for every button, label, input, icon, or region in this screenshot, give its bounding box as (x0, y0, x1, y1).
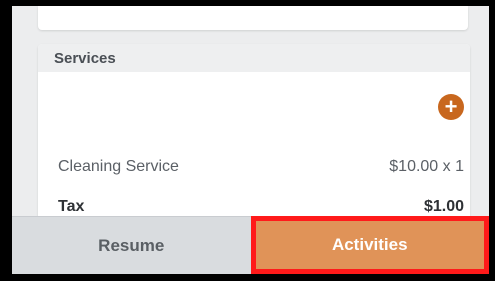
add-service-button[interactable]: + (438, 94, 464, 120)
resume-tab[interactable]: Resume (12, 216, 251, 274)
tax-label: Tax (58, 198, 85, 215)
bottom-tab-bar: Resume Activities (12, 216, 489, 274)
services-header: Services (38, 44, 470, 72)
tax-row: Tax $1.00 (58, 198, 464, 216)
activities-tab[interactable]: Activities (250, 216, 489, 274)
previous-card (38, 6, 468, 30)
services-title: Services (54, 49, 116, 67)
tax-value: $1.00 (423, 198, 464, 215)
app-screen: Services + Cleaning Service $10.00 x 1 T… (12, 6, 489, 274)
plus-icon: + (444, 94, 458, 119)
resume-tab-label: Resume (98, 235, 165, 255)
service-item-price: $10.00 x 1 (389, 158, 464, 175)
device-frame: Services + Cleaning Service $10.00 x 1 T… (0, 0, 495, 281)
service-item-row: Cleaning Service $10.00 x 1 (58, 158, 464, 176)
activities-tab-label: Activities (331, 235, 408, 254)
service-item-name: Cleaning Service (58, 158, 179, 175)
